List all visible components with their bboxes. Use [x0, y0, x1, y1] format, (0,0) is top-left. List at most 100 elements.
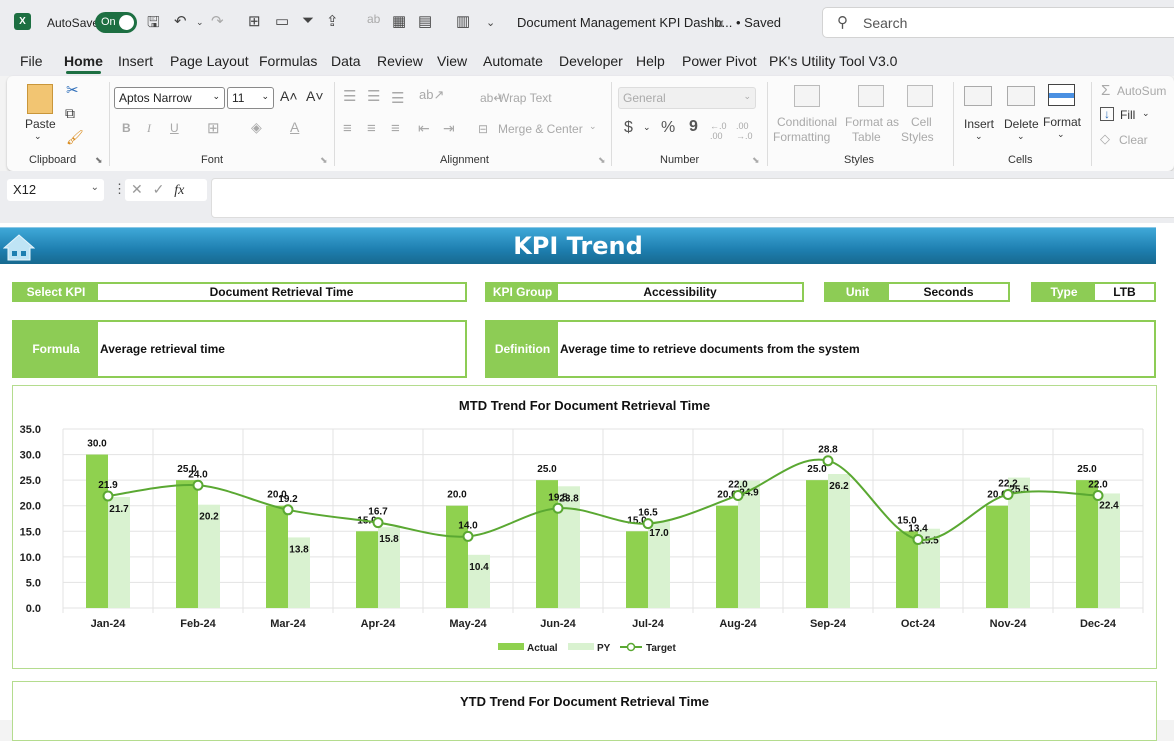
search-box[interactable]: ⚲ Search: [822, 7, 1174, 38]
cell-styles-icon: [907, 85, 933, 107]
save-status[interactable]: • Saved: [736, 15, 781, 30]
bold-button[interactable]: B: [122, 121, 131, 135]
number-launcher-icon[interactable]: ⬊: [752, 155, 760, 166]
formula-input[interactable]: [211, 178, 1174, 218]
chevron-down-icon: ⌄: [975, 131, 983, 141]
label-py: 21.7: [109, 504, 129, 515]
y-tick-label: 25.0: [20, 475, 41, 487]
tab-review[interactable]: Review: [377, 53, 423, 69]
legend-swatch-py: [568, 643, 594, 650]
label-actual: 30.0: [87, 439, 107, 450]
copy-icon[interactable]: ⧉: [65, 105, 75, 122]
name-box[interactable]: X12 ⌄: [7, 179, 104, 201]
tab-data[interactable]: Data: [331, 53, 361, 69]
number-format-value: General: [623, 91, 666, 105]
tab-pk-utility[interactable]: PK's Utility Tool V3.0: [769, 53, 897, 69]
share-icon[interactable]: ⇪: [326, 12, 339, 30]
cancel-icon[interactable]: ✕: [131, 181, 143, 197]
align-bottom-icon[interactable]: ☰: [391, 89, 404, 107]
insert-function-button[interactable]: fx: [174, 183, 184, 198]
undo-dropdown-icon[interactable]: ⌄: [196, 17, 204, 28]
tab-insert[interactable]: Insert: [118, 53, 153, 69]
clipboard-launcher-icon[interactable]: ⬊: [95, 155, 103, 166]
tab-automate[interactable]: Automate: [483, 53, 543, 69]
tab-view[interactable]: View: [437, 53, 467, 69]
autosave-label: AutoSave: [47, 16, 100, 30]
align-right-icon[interactable]: ≡: [391, 120, 400, 137]
label-target: 16.7: [368, 507, 388, 518]
label-target: 16.5: [638, 508, 658, 519]
definition-label: Definition: [487, 322, 558, 376]
italic-button[interactable]: I: [147, 121, 151, 136]
customize-qat-icon[interactable]: ⌄: [486, 16, 495, 29]
increase-decimal-icon[interactable]: ←.0.00: [710, 121, 727, 141]
picture-icon[interactable]: ▭: [275, 12, 289, 30]
point-target: [912, 533, 924, 545]
definition-field: Definition Average time to retrieve docu…: [485, 320, 1156, 378]
currency-button[interactable]: $: [624, 119, 633, 137]
comma-button[interactable]: 9: [689, 118, 698, 136]
align-left-icon[interactable]: ≡: [343, 120, 352, 137]
point-target: [192, 479, 204, 491]
delete-cells-icon: [1007, 86, 1035, 106]
ytd-chart: YTD Trend For Document Retrieval Time: [12, 681, 1157, 741]
label-py: 10.4: [469, 562, 489, 573]
decrease-font-icon[interactable]: A˅: [306, 88, 324, 104]
number-format-dropdown[interactable]: General ⌄: [618, 87, 756, 109]
cut-icon[interactable]: ✂: [66, 81, 79, 99]
font-name-dropdown[interactable]: Aptos Narrow ⌄: [114, 87, 225, 109]
calculator2-icon[interactable]: ▥: [456, 12, 470, 30]
ribbon-tabs: File Home Insert Page Layout Formulas Da…: [0, 44, 1174, 76]
orientation-icon[interactable]: ab↗: [419, 87, 444, 103]
label-actual: 25.0: [1077, 464, 1097, 475]
tab-file[interactable]: File: [20, 53, 43, 69]
cell-styles-label: Cell: [911, 115, 932, 129]
point-target: [462, 530, 474, 542]
borders-icon[interactable]: ⊞: [248, 12, 261, 30]
label-actual: 25.0: [807, 464, 827, 475]
autosave-state: On: [101, 16, 116, 28]
align-top-icon[interactable]: ☰: [343, 87, 356, 105]
format-table-icon: [858, 85, 884, 107]
calculator-icon[interactable]: ▤: [418, 12, 432, 30]
conditional-label: Conditional: [777, 115, 838, 129]
tab-formulas[interactable]: Formulas: [259, 53, 317, 69]
redo-icon[interactable]: ↷: [211, 12, 224, 30]
format-painter-icon[interactable]: 🖌: [66, 129, 84, 146]
tab-help[interactable]: Help: [636, 53, 665, 69]
tab-home[interactable]: Home: [64, 53, 103, 74]
increase-font-icon[interactable]: A˄: [280, 88, 298, 104]
underline-button[interactable]: U: [170, 121, 179, 135]
fill-color-icon[interactable]: ◈: [251, 119, 262, 136]
align-middle-icon[interactable]: ☰: [367, 87, 380, 105]
tab-page-layout[interactable]: Page Layout: [170, 53, 249, 69]
document-title[interactable]: Document Management KPI Dashb...: [517, 15, 732, 30]
alignment-launcher-icon[interactable]: ⬊: [598, 155, 606, 166]
decrease-indent-icon[interactable]: ⇤: [418, 120, 430, 137]
tab-developer[interactable]: Developer: [559, 53, 623, 69]
chevron-down-icon: ⌄: [212, 91, 220, 101]
increase-indent-icon[interactable]: ⇥: [443, 120, 455, 137]
table-icon[interactable]: ▦: [392, 12, 406, 30]
filter-icon[interactable]: ⏷: [302, 12, 314, 29]
bar-actual: [266, 505, 288, 608]
chevron-down-icon[interactable]: ⌄: [643, 122, 651, 133]
font-launcher-icon[interactable]: ⬊: [320, 155, 328, 166]
type-label: Type: [1033, 284, 1095, 300]
save-icon[interactable]: 🖫: [147, 12, 160, 37]
font-size-dropdown[interactable]: 11 ⌄: [227, 87, 274, 109]
decrease-decimal-icon[interactable]: .00 →.0: [736, 121, 753, 141]
borders-icon[interactable]: ⊞: [207, 119, 220, 137]
tab-power-pivot[interactable]: Power Pivot: [682, 53, 757, 69]
x-tick-label: Dec-24: [1080, 618, 1117, 630]
cells-group-label: Cells: [1008, 154, 1033, 166]
enter-icon[interactable]: ✓: [153, 181, 165, 197]
autosave-toggle[interactable]: On: [95, 12, 137, 33]
align-center-icon[interactable]: ≡: [367, 120, 376, 137]
wrap-icon[interactable]: ab: [367, 12, 380, 26]
percent-button[interactable]: %: [661, 119, 675, 137]
alignment-group-label: Alignment: [440, 154, 489, 166]
undo-icon[interactable]: ↶: [174, 12, 187, 30]
font-color-icon[interactable]: A: [290, 119, 299, 135]
select-kpi-value[interactable]: Document Retrieval Time: [98, 284, 465, 300]
